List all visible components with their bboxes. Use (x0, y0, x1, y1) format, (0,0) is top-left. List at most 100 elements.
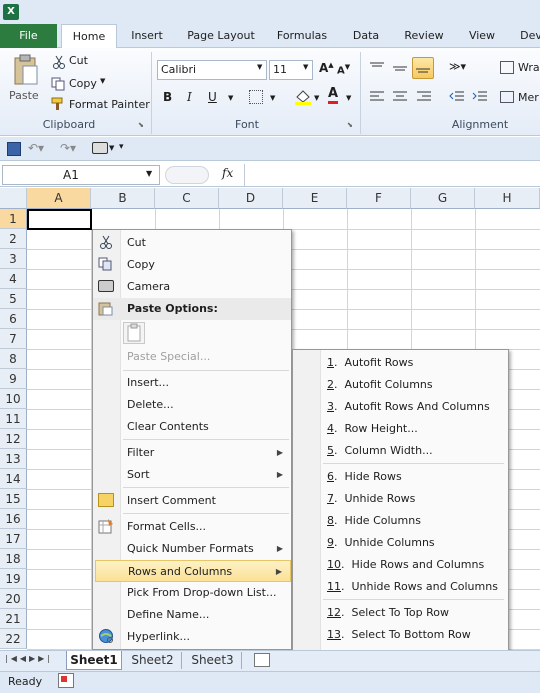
font-launcher-icon[interactable]: ⬊ (347, 121, 353, 129)
bold-icon[interactable]: B (163, 90, 172, 104)
row-header[interactable]: 9 (0, 369, 27, 389)
excel-logo-icon[interactable]: X (3, 4, 19, 20)
row-header[interactable]: 20 (0, 589, 27, 609)
sheet-tab[interactable]: Sheet3 (184, 652, 242, 669)
tab-developer[interactable]: Dev (516, 24, 540, 48)
menu-item-cut[interactable]: Cut (93, 232, 291, 254)
paste-option-button[interactable] (123, 322, 145, 344)
submenu-item[interactable]: 12. Select To Top Row (293, 602, 508, 624)
submenu-item[interactable]: 4. Row Height... (293, 418, 508, 440)
submenu-item[interactable]: 2. Autofit Columns (293, 374, 508, 396)
align-left-icon[interactable] (369, 90, 385, 107)
customize-qat-icon[interactable]: ▾ (119, 142, 124, 152)
camera-qat-icon[interactable] (92, 142, 108, 154)
name-box[interactable]: A1 (2, 165, 160, 185)
row-header[interactable]: 19 (0, 569, 27, 589)
grow-font-icon[interactable]: A▲ (319, 61, 334, 75)
sheet-tab-active[interactable]: Sheet1 (66, 651, 122, 670)
menu-item-camera[interactable]: Camera (93, 276, 291, 298)
submenu-item[interactable]: 1. Autofit Rows (293, 352, 508, 374)
submenu-item[interactable]: 7. Unhide Rows (293, 488, 508, 510)
menu-item-clear-contents[interactable]: Clear Contents (93, 416, 291, 438)
row-header[interactable]: 15 (0, 489, 27, 509)
row-header[interactable]: 7 (0, 329, 27, 349)
font-color-icon[interactable]: A (328, 87, 339, 104)
align-middle-icon[interactable] (392, 61, 408, 78)
insert-function-button[interactable]: fx (222, 166, 233, 180)
font-name-select[interactable]: Calibri (157, 60, 267, 80)
copy-dropdown-icon[interactable]: ▼ (100, 77, 105, 85)
copy-button[interactable]: Copy (69, 77, 97, 90)
redo-icon[interactable]: ↷▾ (60, 141, 76, 155)
row-header[interactable]: 1 (0, 209, 27, 229)
fill-color-icon[interactable] (294, 89, 312, 108)
underline-icon[interactable]: U (208, 90, 217, 104)
column-header[interactable]: H (475, 188, 540, 209)
row-header[interactable]: 6 (0, 309, 27, 329)
tab-home[interactable]: Home (61, 24, 117, 49)
menu-item-insert[interactable]: Insert... (93, 372, 291, 394)
format-painter-button[interactable]: Format Painter (69, 98, 150, 111)
save-icon[interactable] (7, 142, 21, 156)
column-header[interactable]: D (219, 188, 283, 209)
row-header[interactable]: 18 (0, 549, 27, 569)
undo-icon[interactable]: ↶▾ (28, 141, 44, 155)
name-box-dropdown-icon[interactable]: ▼ (146, 169, 152, 178)
font-name-dropdown-icon[interactable]: ▼ (257, 63, 262, 71)
column-header[interactable]: G (411, 188, 475, 209)
font-color-dropdown-icon[interactable]: ▼ (346, 94, 351, 102)
row-header[interactable]: 21 (0, 609, 27, 629)
borders-dropdown-icon[interactable]: ▼ (270, 94, 275, 102)
menu-item-insert-comment[interactable]: Insert Comment (93, 490, 291, 512)
macro-record-icon[interactable] (58, 673, 74, 688)
column-header[interactable]: E (283, 188, 347, 209)
increase-indent-icon[interactable] (472, 90, 488, 107)
menu-item-quick-number-formats[interactable]: Quick Number Formats ▶ (93, 538, 291, 560)
shrink-font-icon[interactable]: A▼ (337, 63, 350, 76)
column-header[interactable]: C (155, 188, 219, 209)
italic-icon[interactable]: I (187, 90, 192, 104)
submenu-item[interactable]: 8. Hide Columns (293, 510, 508, 532)
menu-item-format-cells[interactable]: Format Cells... (93, 516, 291, 538)
paste-button[interactable]: Paste (9, 89, 39, 102)
active-cell-a1[interactable] (27, 209, 92, 230)
merge-center-button[interactable]: Mer (518, 91, 539, 104)
tab-data[interactable]: Data (344, 24, 388, 48)
row-header[interactable]: 10 (0, 389, 27, 409)
font-size-dropdown-icon[interactable]: ▼ (303, 63, 308, 71)
row-header[interactable]: 12 (0, 429, 27, 449)
sheet-nav-arrows-icon[interactable]: |◀◀▶▶| (5, 654, 53, 663)
insert-sheet-icon[interactable] (254, 653, 270, 667)
menu-item-hyperlink[interactable]: Hyperlink... (93, 626, 291, 648)
borders-icon[interactable] (249, 90, 263, 104)
tab-formulas[interactable]: Formulas (270, 24, 334, 48)
cut-button[interactable]: Cut (69, 54, 88, 67)
menu-item-sort[interactable]: Sort ▶ (93, 464, 291, 486)
submenu-item[interactable]: 11. Unhide Rows and Columns (293, 576, 508, 598)
menu-item-define-name[interactable]: Define Name... (93, 604, 291, 626)
row-header[interactable]: 4 (0, 269, 27, 289)
row-header[interactable]: 3 (0, 249, 27, 269)
submenu-item[interactable]: 5. Column Width... (293, 440, 508, 462)
tab-file[interactable]: File (0, 24, 57, 48)
wrap-text-button[interactable]: Wra (518, 61, 540, 74)
row-header[interactable]: 2 (0, 229, 27, 249)
fill-color-dropdown-icon[interactable]: ▼ (314, 94, 319, 102)
submenu-item[interactable]: 6. Hide Rows (293, 466, 508, 488)
row-header[interactable]: 17 (0, 529, 27, 549)
align-center-icon[interactable] (392, 90, 408, 107)
menu-item-copy[interactable]: Copy (93, 254, 291, 276)
tab-page-layout[interactable]: Page Layout (180, 24, 262, 48)
menu-item-pick-from-list[interactable]: Pick From Drop-down List... (93, 582, 291, 604)
decrease-indent-icon[interactable] (449, 90, 465, 107)
menu-item-delete[interactable]: Delete... (93, 394, 291, 416)
select-all-corner[interactable] (0, 188, 27, 209)
row-header[interactable]: 8 (0, 349, 27, 369)
row-header[interactable]: 11 (0, 409, 27, 429)
row-header[interactable]: 14 (0, 469, 27, 489)
submenu-item[interactable]: 13. Select To Bottom Row (293, 624, 508, 646)
menu-item-filter[interactable]: Filter ▶ (93, 442, 291, 464)
orientation-icon[interactable]: ≫▾ (449, 60, 466, 73)
column-header[interactable]: F (347, 188, 411, 209)
column-header[interactable]: B (91, 188, 155, 209)
